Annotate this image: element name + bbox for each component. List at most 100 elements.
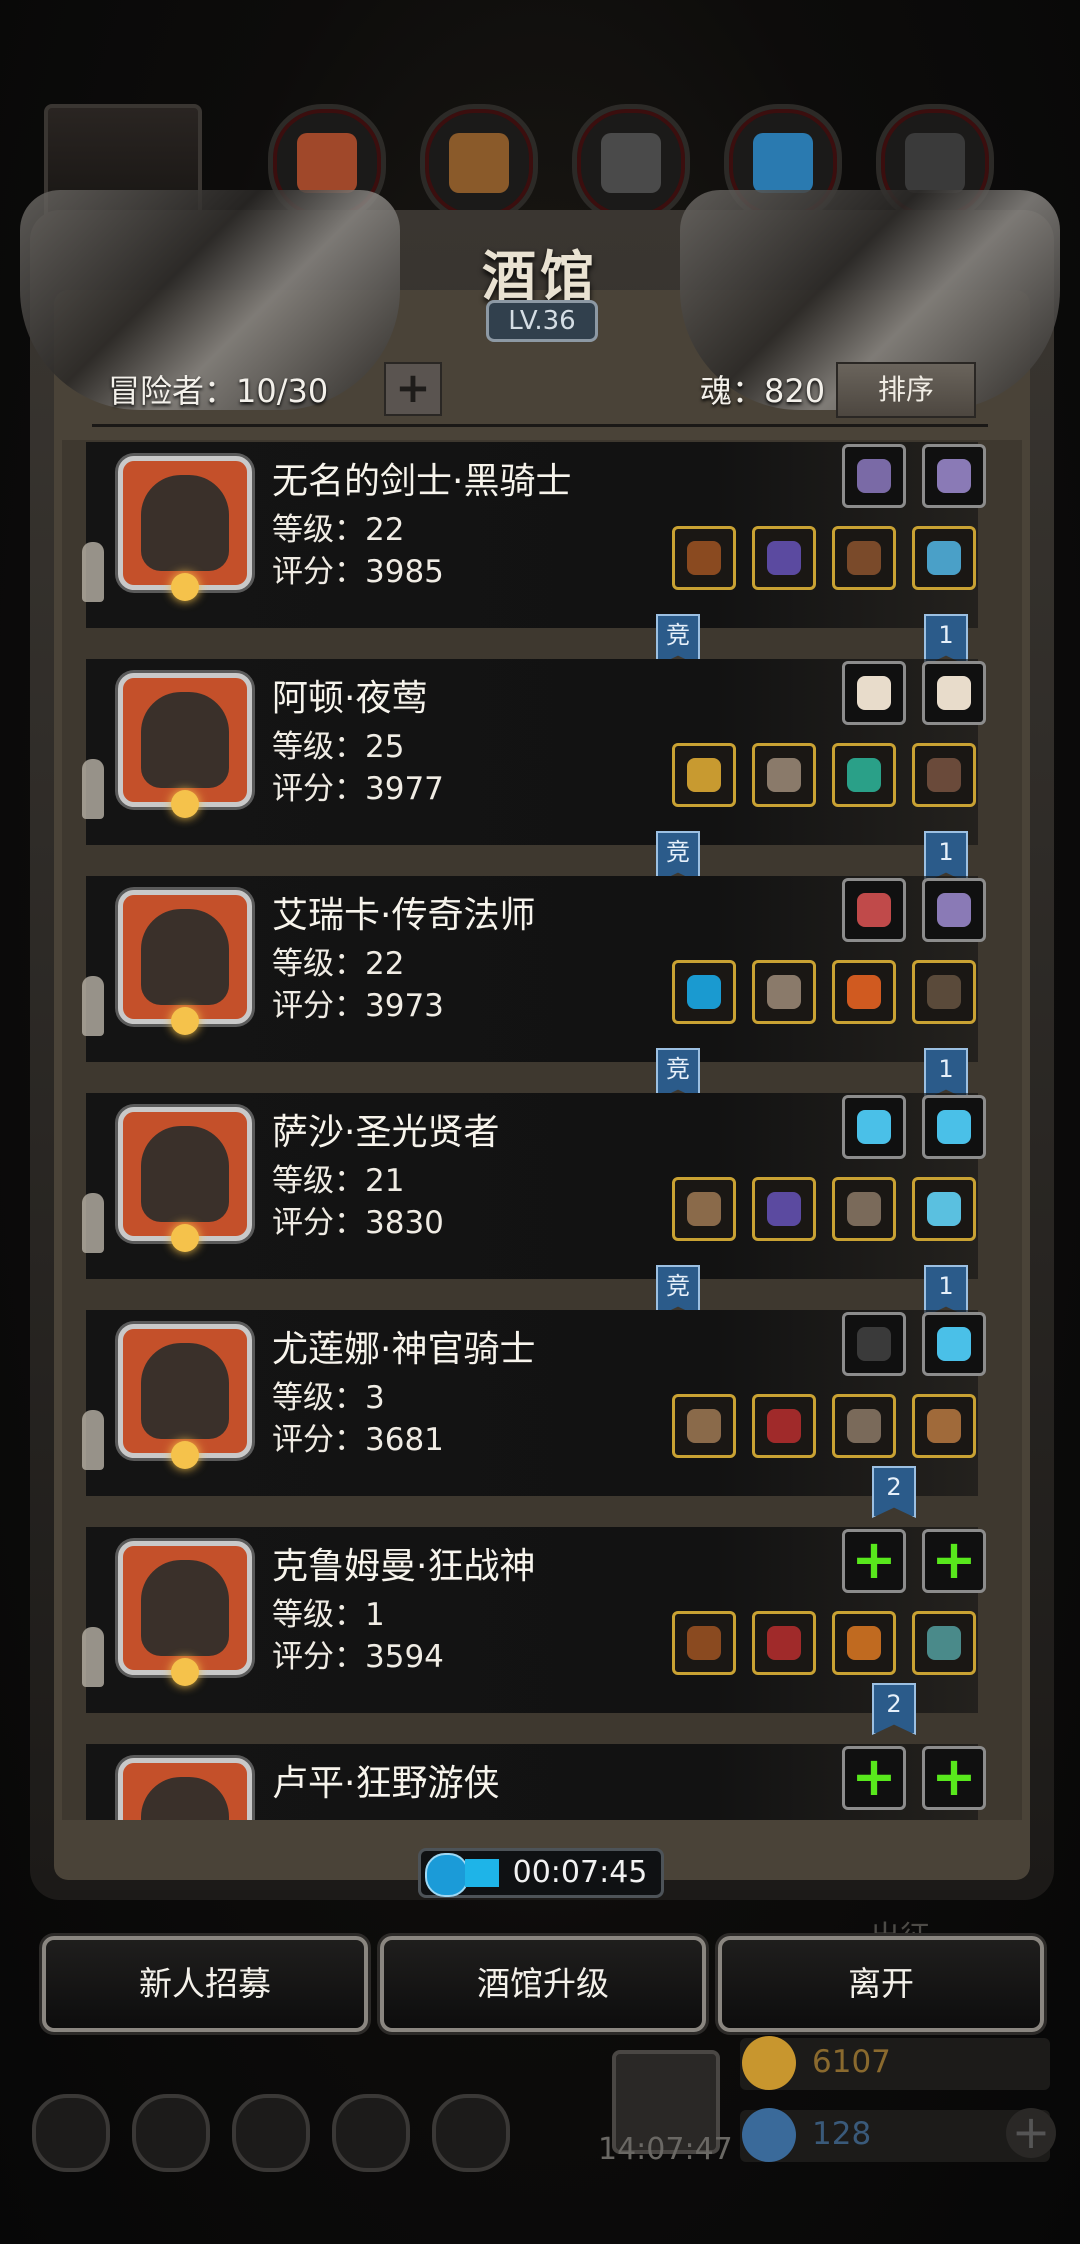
hero-row[interactable]: 卢平·狂野游侠 (86, 1744, 986, 1820)
hero-portrait[interactable] (118, 1541, 252, 1686)
equipment-icon (847, 1626, 881, 1660)
hero-portrait[interactable] (118, 1324, 252, 1469)
equipment-slot[interactable] (912, 526, 976, 590)
settings-gear-icon[interactable] (32, 2094, 110, 2172)
equipment-slot[interactable] (672, 526, 736, 590)
hero-name: 阿顿·夜莺 (272, 678, 428, 719)
star-icon[interactable] (132, 2094, 210, 2172)
add-skill-slot[interactable] (842, 1529, 906, 1593)
equipment-slot[interactable] (752, 1177, 816, 1241)
gem-icon (742, 2108, 796, 2162)
header-divider (92, 424, 988, 427)
skill-slot[interactable] (922, 661, 986, 725)
hero-portrait[interactable] (118, 1107, 252, 1252)
sort-button[interactable]: 排序 (836, 362, 976, 418)
equipment-slot[interactable] (832, 1611, 896, 1675)
hero-face (141, 1126, 229, 1222)
upgrade-tavern-button[interactable]: 酒馆升级 (380, 1936, 706, 2032)
equipment-icon (767, 975, 801, 1009)
hero-row[interactable]: 尤莲娜·神官骑士 等级：3 评分：3681 2 (82, 1310, 986, 1518)
stance-figure-icon (82, 759, 104, 819)
hero-list[interactable]: 无名的剑士·黑骑士 等级：22 评分：3985 竞 1 阿顿·夜莺 等级：25 评分：3977… (62, 440, 1022, 1820)
skill-gem-icon (937, 1327, 971, 1361)
leave-button[interactable]: 离开 (718, 1936, 1044, 2032)
hero-face (141, 909, 229, 1005)
equipment-icon (927, 1192, 961, 1226)
skill-slot[interactable] (922, 444, 986, 508)
moon-rank-icon (171, 1007, 199, 1035)
add-skill-slot[interactable] (922, 1529, 986, 1593)
moon-rank-icon (171, 1224, 199, 1252)
hero-row[interactable]: 克鲁姆曼·狂战神等级：1 评分：3594 2 (82, 1527, 986, 1735)
equipment-icon (767, 541, 801, 575)
resource-wood-icon (420, 104, 538, 222)
hero-portrait[interactable] (118, 673, 252, 818)
hero-row[interactable]: 萨沙·圣光贤者 等级：21 评分：3830 竞 1 (82, 1093, 986, 1317)
hero-level: 等级：1 (272, 1597, 385, 1633)
shield-icon[interactable] (432, 2094, 510, 2172)
hero-name: 尤莲娜·神官骑士 (272, 1329, 536, 1370)
timer-progress (465, 1859, 499, 1887)
equipment-slot[interactable] (912, 960, 976, 1024)
equipment-slot[interactable] (912, 1177, 976, 1241)
hero-portrait[interactable] (118, 1758, 252, 1820)
equipment-slot[interactable] (832, 1177, 896, 1241)
hero-row[interactable]: 阿顿·夜莺 等级：25 评分：3977 竞 1 (82, 659, 986, 883)
equipment-slot[interactable] (912, 743, 976, 807)
hero-name: 艾瑞卡·传奇法师 (272, 895, 536, 936)
hero-portrait[interactable] (118, 456, 252, 601)
stopwatch-icon (425, 1853, 469, 1897)
mail-icon[interactable] (332, 2094, 410, 2172)
skill-slot[interactable] (922, 878, 986, 942)
hero-portrait[interactable] (118, 890, 252, 1035)
building-icon[interactable] (232, 2094, 310, 2172)
recruit-button[interactable]: 新人招募 (42, 1936, 368, 2032)
equipment-slot[interactable] (672, 743, 736, 807)
hero-level: 等级：21 (272, 1163, 405, 1199)
refresh-timer: 00:07:45 (418, 1848, 664, 1898)
equipment-slot[interactable] (752, 1611, 816, 1675)
hero-face (141, 475, 229, 571)
skill-gem-icon (857, 893, 891, 927)
equipment-slot[interactable] (832, 960, 896, 1024)
equipment-slot[interactable] (912, 1394, 976, 1458)
hero-face (141, 1560, 229, 1656)
equipment-slot[interactable] (752, 1394, 816, 1458)
skill-slot[interactable] (922, 1312, 986, 1376)
resource-stone-icon (572, 104, 690, 222)
equipment-slot[interactable] (832, 1394, 896, 1458)
soul-count: 魂：820 (700, 372, 826, 410)
equipment-icon (847, 1192, 881, 1226)
equipment-icon (687, 975, 721, 1009)
equipment-icon (927, 1409, 961, 1443)
add-skill-slot[interactable] (842, 1746, 906, 1810)
skill-slot[interactable] (842, 878, 906, 942)
hero-row[interactable]: 无名的剑士·黑骑士 等级：22 评分：3985 竞 1 (82, 442, 986, 666)
adventurer-count: 冒险者：10/30 (108, 372, 329, 410)
hero-score: 评分：3973 (272, 988, 444, 1024)
equipment-slot[interactable] (752, 960, 816, 1024)
equipment-slot[interactable] (672, 960, 736, 1024)
equipment-slot[interactable] (672, 1177, 736, 1241)
equipment-slot[interactable] (752, 526, 816, 590)
equipment-slot[interactable] (832, 743, 896, 807)
equipment-slot[interactable] (832, 526, 896, 590)
equipment-slot[interactable] (672, 1394, 736, 1458)
hero-score: 评分：3977 (272, 771, 444, 807)
equipment-icon (927, 541, 961, 575)
equipment-icon (847, 1409, 881, 1443)
hero-name: 克鲁姆曼·狂战神 (272, 1546, 536, 1587)
equipment-slot[interactable] (672, 1611, 736, 1675)
add-skill-slot[interactable] (922, 1746, 986, 1810)
equipment-slot[interactable] (752, 743, 816, 807)
add-currency-button[interactable]: + (1006, 2108, 1056, 2158)
equipment-slot[interactable] (912, 1611, 976, 1675)
plus-icon (857, 1544, 891, 1578)
skill-slot[interactable] (842, 1095, 906, 1159)
skill-slot[interactable] (842, 661, 906, 725)
skill-slot[interactable] (842, 1312, 906, 1376)
hero-row[interactable]: 艾瑞卡·传奇法师 等级：22 评分：3973 竞 1 (82, 876, 986, 1100)
add-adventurer-slot-button[interactable]: + (384, 362, 442, 416)
skill-slot[interactable] (842, 444, 906, 508)
skill-slot[interactable] (922, 1095, 986, 1159)
